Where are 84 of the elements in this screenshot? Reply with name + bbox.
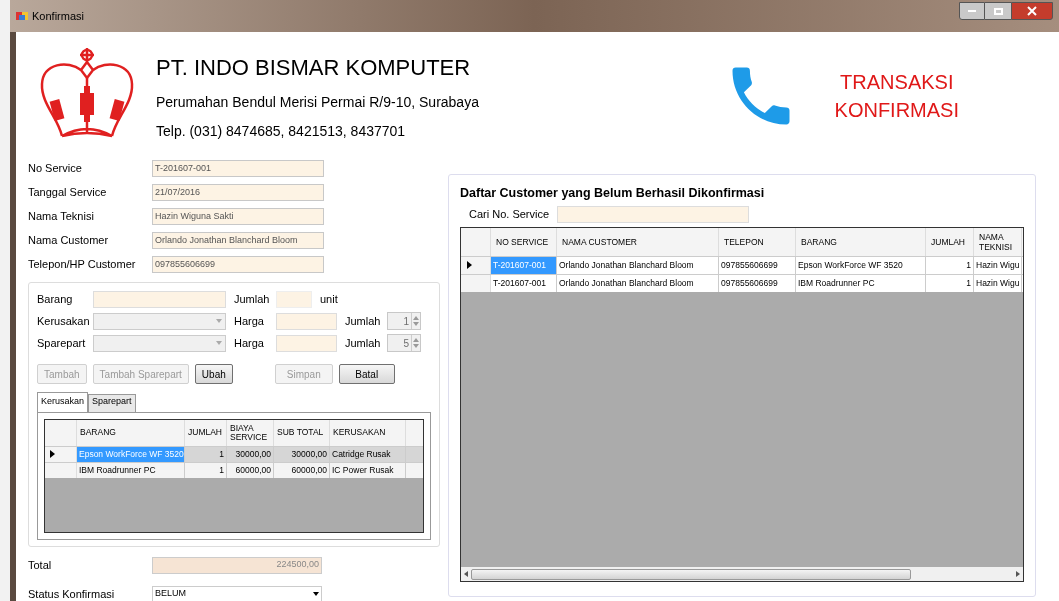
column-header[interactable]: NO SERVICE	[491, 227, 557, 256]
table-cell: 60000,00	[227, 462, 274, 478]
status-dropdown[interactable]: BELUM	[152, 585, 322, 601]
table-cell: IC Power Rusak	[330, 462, 406, 478]
company-phone: Telp. (031) 8474685, 8421513, 8437701	[156, 121, 407, 141]
text-field[interactable]	[276, 291, 312, 308]
search-label: Cari No. Service	[469, 207, 550, 222]
text-field[interactable]	[276, 334, 337, 352]
panel-title: Daftar Customer yang Belum Berhasil Dikonfirmasi	[460, 185, 766, 202]
column-header[interactable]: SUB TOTAL	[274, 419, 330, 446]
table-cell: 30000,00	[227, 446, 274, 462]
maximize-icon[interactable]	[993, 7, 1003, 15]
field-label: Telepon/HP Customer	[28, 257, 137, 273]
transaction-title: KONFIRMASI	[834, 98, 959, 123]
table-cell: 097855606699	[719, 256, 796, 274]
table-cell: Epson WorkForce WF 3520	[796, 256, 926, 274]
table-cell: Hazin Wigu	[974, 256, 1022, 274]
text-field[interactable]: 097855606699	[152, 256, 324, 273]
field-label: Nama Customer	[28, 233, 110, 249]
table-cell: T-201607-001	[491, 256, 557, 274]
text-field[interactable]	[276, 312, 337, 330]
table-cell: 1	[185, 462, 227, 478]
table-cell: 097855606699	[719, 274, 796, 292]
caret-icon[interactable]	[313, 592, 319, 596]
table-cell: Hazin Wigu	[974, 274, 1022, 292]
row-pointer-icon	[50, 450, 55, 458]
column-header[interactable]: BIAYA SERVICE	[227, 419, 274, 446]
field-label: No Service	[28, 161, 83, 177]
company-name: PT. INDO BISMAR KOMPUTER	[156, 53, 472, 82]
tab[interactable]: Kerusakan	[37, 392, 89, 413]
column-header[interactable]: BARANG	[77, 419, 185, 446]
row-header[interactable]	[45, 446, 77, 462]
app-icon	[16, 10, 28, 22]
row-pointer-icon	[467, 261, 472, 270]
window-title: Konfirmasi	[32, 8, 84, 24]
field-label: Jumlah	[345, 313, 379, 329]
scrollbar-thumb[interactable]	[471, 568, 911, 580]
table-cell: 30000,00	[274, 446, 330, 462]
field-label: Nama Teknisi	[28, 209, 95, 225]
text-field[interactable]: Hazin Wiguna Sakti	[152, 208, 324, 225]
field-label: Tanggal Service	[28, 185, 108, 201]
tab[interactable]: Sparepart	[88, 394, 136, 413]
table-cell: IBM Roadrunner PC	[77, 462, 185, 478]
close-icon[interactable]	[1027, 6, 1037, 16]
table-cell: 60000,00	[274, 462, 330, 478]
horizontal-scrollbar[interactable]	[461, 567, 1023, 581]
search-field[interactable]	[557, 205, 750, 223]
column-header[interactable]: JUMLAH	[185, 419, 227, 446]
column-header[interactable]: BARANG	[796, 227, 926, 256]
transaction-title: TRANSAKSI	[840, 70, 954, 95]
field-label: Barang	[37, 292, 74, 308]
table-cell: Orlando Jonathan Blanchard Bloom	[557, 256, 719, 274]
row-header[interactable]	[461, 256, 491, 274]
column-header[interactable]: NAMA TEKNISI	[974, 227, 1022, 256]
table-cell: IBM Roadrunner PC	[796, 274, 926, 292]
window-controls[interactable]	[959, 2, 1053, 20]
field-label: Harga	[234, 335, 265, 351]
company-address: Perumahan Bendul Merisi Permai R/9-10, Surabaya	[156, 92, 479, 112]
column-header[interactable]: NAMA CUSTOMER	[557, 227, 719, 256]
text-field[interactable]: 21/07/2016	[152, 184, 324, 201]
field-label: Harga	[234, 313, 265, 329]
table-cell: 1	[926, 274, 974, 292]
field-label: Jumlah	[234, 292, 268, 308]
field-label: Total	[28, 557, 53, 573]
text-field[interactable]	[93, 291, 226, 308]
action-button[interactable]: Ubah	[194, 364, 233, 384]
table-cell: Orlando Jonathan Blanchard Bloom	[557, 274, 719, 292]
column-header[interactable]: KERUSAKAN	[330, 419, 406, 446]
field-label: Status Konfirmasi	[28, 586, 116, 601]
field-label: Sparepart	[37, 335, 85, 351]
column-header[interactable]: JUMLAH	[926, 227, 974, 256]
table-cell: T-201607-001	[491, 274, 557, 292]
table-cell: Catridge Rusak	[330, 446, 406, 462]
table-cell: 1	[926, 256, 974, 274]
unit-label: unit	[320, 292, 338, 308]
scroll-right-icon[interactable]	[1016, 571, 1020, 577]
action-button[interactable]: Batal	[338, 364, 395, 384]
field-label: Jumlah	[345, 335, 379, 351]
table-cell: 1	[185, 446, 227, 462]
text-field[interactable]: Orlando Jonathan Blanchard Bloom	[152, 232, 324, 249]
table-cell: Epson WorkForce WF 3520	[77, 446, 185, 462]
text-field[interactable]: T-201607-001	[152, 160, 324, 177]
scroll-left-icon[interactable]	[464, 571, 468, 577]
column-header[interactable]: TELEPON	[719, 227, 796, 256]
